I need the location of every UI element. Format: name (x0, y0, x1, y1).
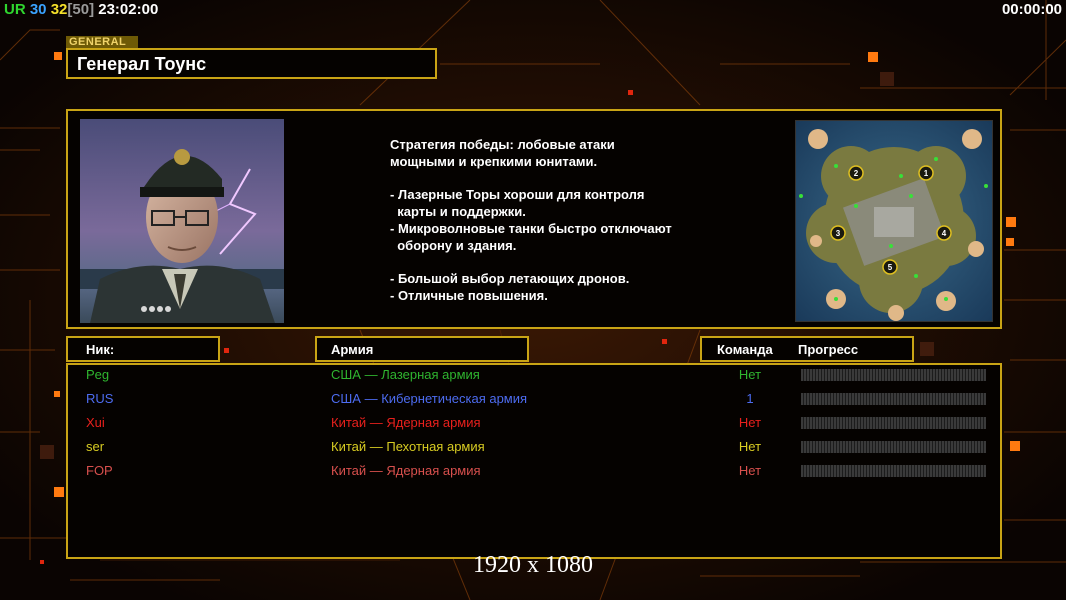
player-team[interactable]: 1 (708, 391, 792, 406)
army-column-header: Армия (315, 336, 529, 362)
player-nick: RUS (86, 391, 114, 406)
player-army[interactable]: Китай — Ядерная армия (331, 415, 481, 430)
nick-header-label: Ник: (86, 342, 115, 357)
general-info-panel: Стратегия победы: лобовые атаки мощными … (66, 109, 1002, 329)
progress-bar (801, 465, 986, 477)
start-position-4[interactable]: 4 (942, 229, 947, 238)
value-bracket: [50] (67, 1, 95, 18)
progress-bar (801, 441, 986, 453)
player-row[interactable]: Peg США — Лазерная армия Нет (68, 365, 1000, 385)
player-row[interactable]: FOP Китай — Ядерная армия Нет (68, 461, 1000, 481)
team-header-label: Команда (717, 342, 773, 357)
timer: 00:00:00 (1001, 1, 1062, 18)
progress-bar (801, 369, 986, 381)
player-team[interactable]: Нет (708, 463, 792, 478)
hud-stats: UR 30 32[50] 23:02:00 (4, 1, 158, 18)
start-position-2[interactable]: 2 (854, 169, 859, 178)
start-position-1[interactable]: 1 (924, 169, 929, 178)
value-blue: 30 (29, 1, 47, 18)
general-name: Генерал Тоунс (77, 54, 207, 74)
player-row[interactable]: ser Китай — Пехотная армия Нет (68, 437, 1000, 457)
player-army[interactable]: США — Лазерная армия (331, 367, 480, 382)
player-nick: ser (86, 439, 105, 454)
map-preview[interactable]: 1 3 2 4 5 (795, 120, 993, 322)
army-header-label: Армия (331, 342, 374, 357)
player-army[interactable]: США — Кибернетическая армия (331, 391, 527, 406)
player-row[interactable]: Xui Китай — Ядерная армия Нет (68, 413, 1000, 433)
player-team[interactable]: Нет (708, 439, 792, 454)
player-army[interactable]: Китай — Ядерная армия (331, 463, 481, 478)
progress-bar (801, 393, 986, 405)
player-row[interactable]: RUS США — Кибернетическая армия 1 (68, 389, 1000, 409)
player-nick: Peg (86, 367, 110, 382)
general-portrait (80, 119, 284, 323)
player-nick: Xui (86, 415, 105, 430)
ur-label: UR (4, 1, 26, 18)
general-title-box: Генерал Тоунс (66, 48, 437, 79)
start-position-5[interactable]: 5 (888, 263, 893, 272)
resolution-label: 1920 x 1080 (473, 552, 593, 578)
progress-bar (801, 417, 986, 429)
player-team[interactable]: Нет (708, 415, 792, 430)
player-list: Peg США — Лазерная армия Нет RUS США — К… (66, 363, 1002, 559)
nick-column-header: Ник: (66, 336, 220, 362)
player-army[interactable]: Китай — Пехотная армия (331, 439, 485, 454)
player-nick: FOP (86, 463, 113, 478)
general-description: Стратегия победы: лобовые атаки мощными … (390, 137, 672, 304)
start-position-3[interactable]: 3 (836, 229, 841, 238)
clock: 23:02:00 (98, 1, 159, 18)
player-team[interactable]: Нет (708, 367, 792, 382)
team-progress-column-header: Команда Прогресс (700, 336, 914, 362)
progress-header-label: Прогресс (798, 342, 859, 357)
value-yellow: 32 (50, 1, 68, 18)
